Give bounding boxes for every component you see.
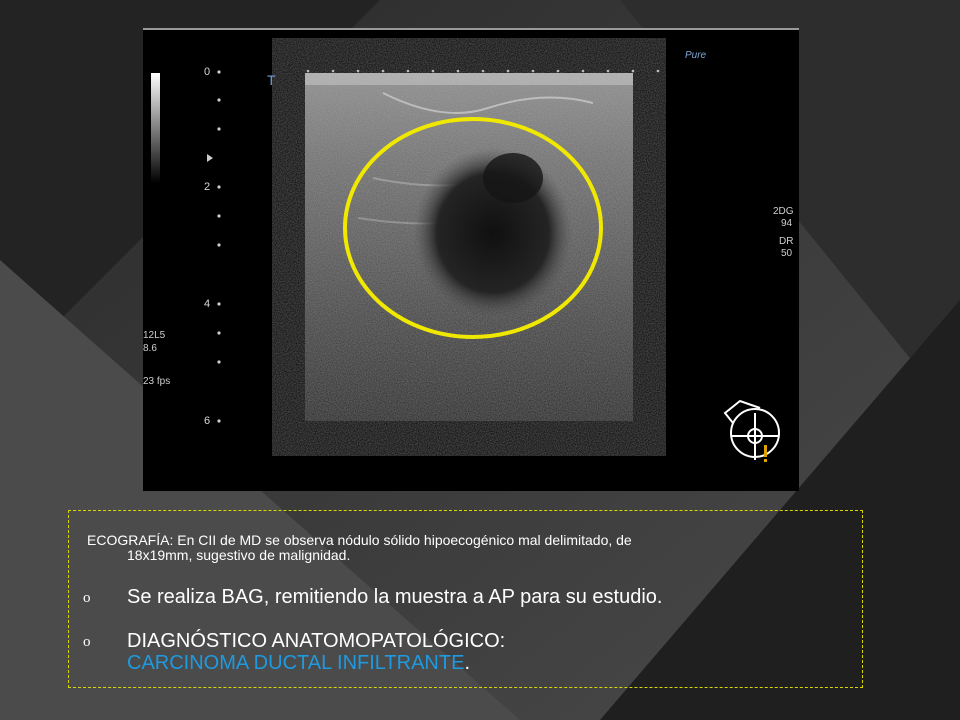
report-box: ECOGRAFÍA: En CII de MD se observa nódul… [68, 510, 863, 688]
probe-orientation-icon: T [267, 72, 276, 88]
bullet-icon: o [83, 634, 91, 650]
probe-position-icon [723, 399, 780, 462]
ultrasound-scan: T [151, 69, 780, 462]
finding-line: ECOGRAFÍA: En CII de MD se observa nódul… [87, 532, 632, 548]
fps-label: 23 fps [143, 376, 171, 387]
diagnosis-name: CARCINOMA DUCTAL INFILTRANTE [127, 652, 465, 674]
depth-mark-0: 0 [204, 66, 211, 78]
dr-label: DR [779, 236, 794, 247]
depth-mark-6: 6 [204, 415, 211, 427]
diagnosis-label: DIAGNÓSTICO ANATOMOPATOLÓGICO: [127, 630, 506, 652]
probe-label: 12L5 [143, 330, 166, 341]
bullet-biopsy-text: Se realiza BAG, remitiendo la muestra a … [127, 586, 663, 608]
diagnosis-period: . [464, 652, 470, 674]
brand-logo: Pure [685, 50, 707, 61]
grayscale-bar [151, 73, 160, 183]
bullet-icon: o [83, 590, 91, 606]
focus-marker [207, 154, 213, 162]
dr-value: 50 [781, 248, 793, 259]
gain-label: 2DG [773, 206, 794, 217]
finding-line-cont: 18x19mm, sugestivo de malignidad. [127, 547, 351, 563]
ultrasound-image: T Pure 0 2 4 6 12L5 8.6 23 fps 2DG 94 DR… [143, 28, 799, 491]
finding-text: ECOGRAFÍA: En CII de MD se observa nódul… [87, 533, 855, 563]
depth-mark-4: 4 [204, 298, 211, 310]
frequency-label: 8.6 [143, 343, 157, 354]
diagnosis-result: CARCINOMA DUCTAL INFILTRANTE. [127, 653, 470, 673]
gain-value: 94 [781, 218, 793, 229]
depth-mark-2: 2 [204, 181, 211, 193]
